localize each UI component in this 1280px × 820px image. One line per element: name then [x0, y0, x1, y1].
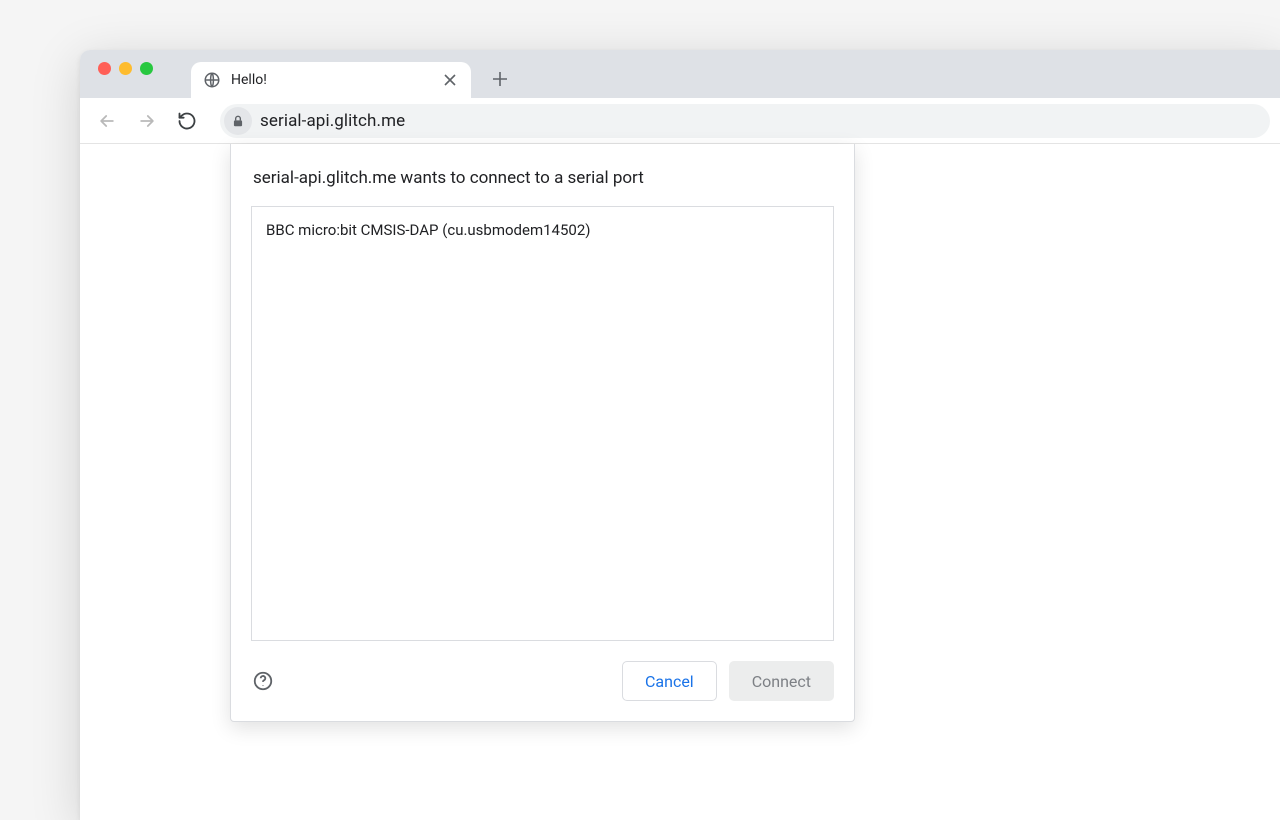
browser-tab[interactable]: Hello! — [191, 62, 471, 98]
globe-icon — [203, 71, 221, 89]
device-list[interactable]: BBC micro:bit CMSIS-DAP (cu.usbmodem1450… — [251, 206, 834, 641]
forward-button[interactable] — [130, 104, 164, 138]
new-tab-button[interactable] — [485, 64, 515, 94]
dialog-title: serial-api.glitch.me wants to connect to… — [251, 164, 834, 188]
connect-button[interactable]: Connect — [729, 661, 834, 701]
url-text: serial-api.glitch.me — [260, 111, 405, 131]
device-list-item[interactable]: BBC micro:bit CMSIS-DAP (cu.usbmodem1450… — [252, 213, 833, 247]
page-content: serial-api.glitch.me wants to connect to… — [80, 144, 1280, 820]
back-button[interactable] — [90, 104, 124, 138]
window-controls — [90, 50, 161, 98]
window-minimize-button[interactable] — [119, 62, 132, 75]
close-tab-button[interactable] — [441, 71, 459, 89]
dialog-footer: Cancel Connect — [251, 641, 834, 701]
dialog-buttons: Cancel Connect — [622, 661, 834, 701]
lock-icon[interactable] — [224, 107, 252, 135]
window-close-button[interactable] — [98, 62, 111, 75]
reload-button[interactable] — [170, 104, 204, 138]
serial-port-dialog: serial-api.glitch.me wants to connect to… — [230, 144, 855, 722]
tab-strip: Hello! — [80, 50, 1280, 98]
help-icon[interactable] — [251, 669, 275, 693]
cancel-button[interactable]: Cancel — [622, 661, 717, 701]
address-bar[interactable]: serial-api.glitch.me — [220, 104, 1270, 138]
browser-window: Hello! — [80, 50, 1280, 820]
window-maximize-button[interactable] — [140, 62, 153, 75]
tab-title: Hello! — [231, 72, 431, 88]
toolbar: serial-api.glitch.me — [80, 98, 1280, 144]
